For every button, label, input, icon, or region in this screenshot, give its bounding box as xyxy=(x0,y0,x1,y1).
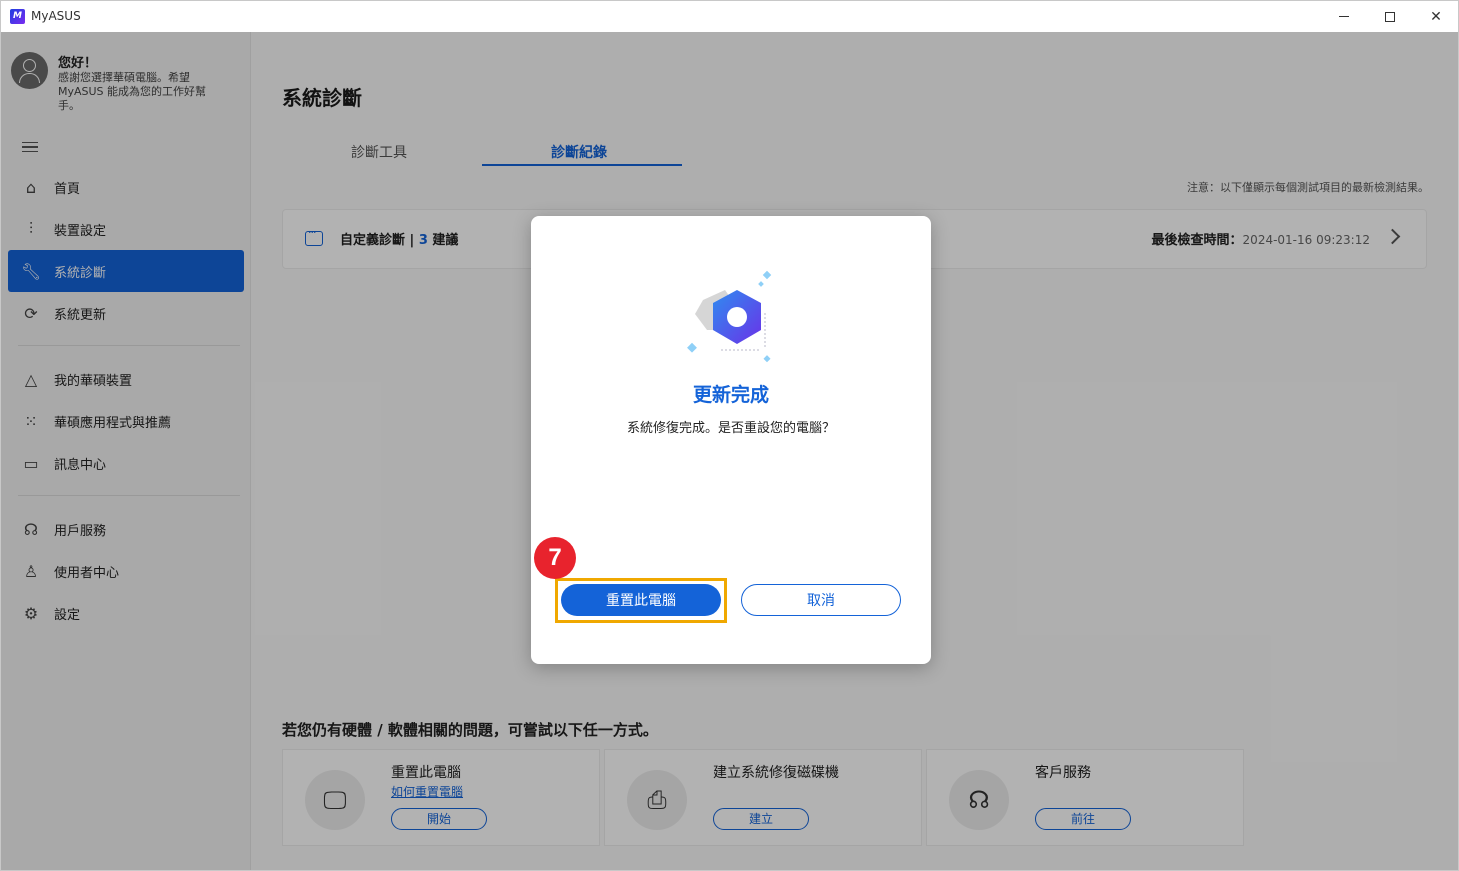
myasus-window: M MyASUS ✕ 您好！ 感謝您選擇華碩電腦。希望 MyASUS 能成為您的… xyxy=(0,0,1459,871)
maximize-button[interactable] xyxy=(1367,1,1413,32)
diagnosis-hexagon-icon xyxy=(687,270,772,363)
close-icon: ✕ xyxy=(1430,8,1442,25)
cancel-button[interactable]: 取消 xyxy=(741,584,901,616)
app-title: MyASUS xyxy=(31,9,81,23)
title-bar: M MyASUS ✕ xyxy=(1,1,1458,32)
highlight-frame xyxy=(555,578,727,623)
step-badge: 7 xyxy=(534,537,576,579)
dialog-title: 更新完成 xyxy=(692,384,769,406)
maximize-icon xyxy=(1385,11,1395,22)
minimize-icon xyxy=(1339,16,1349,17)
dialog-message: 系統修復完成。是否重設您的電腦？ xyxy=(626,421,835,436)
close-button[interactable]: ✕ xyxy=(1413,1,1458,32)
app-logo-icon: M xyxy=(10,9,25,24)
minimize-button[interactable] xyxy=(1321,1,1367,32)
